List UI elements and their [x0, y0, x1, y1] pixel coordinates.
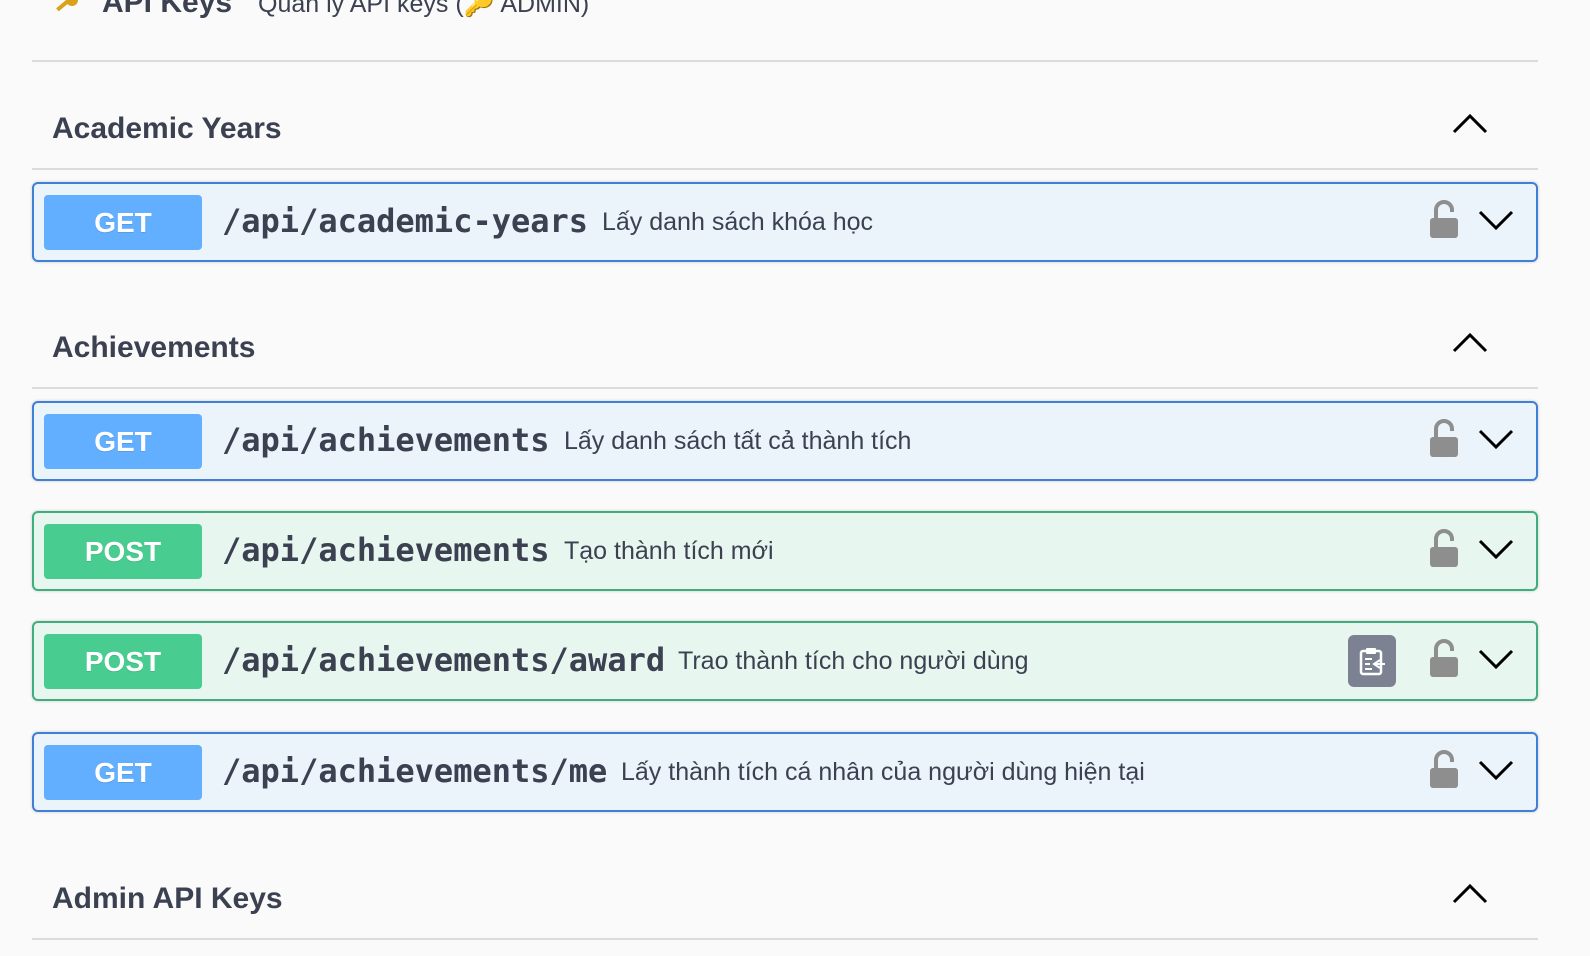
chevron-up-icon[interactable]	[1450, 874, 1490, 914]
operation-path: /api/achievements	[222, 531, 550, 569]
chevron-up-icon[interactable]	[1450, 323, 1490, 363]
unlocked-padlock-icon[interactable]	[1428, 529, 1460, 569]
tag-title: Achievements	[52, 331, 256, 364]
operation-post-achievements[interactable]: POST /api/achievements Tạo thành tích mớ…	[32, 511, 1538, 591]
method-badge: POST	[44, 634, 202, 689]
operation-get-achievements-me[interactable]: GET /api/achievements/me Lấy thành tích …	[32, 732, 1538, 812]
method-badge: GET	[44, 745, 202, 800]
chevron-down-icon[interactable]	[1476, 641, 1516, 677]
chevron-down-icon[interactable]	[1476, 752, 1516, 788]
operation-path: /api/achievements	[222, 421, 550, 459]
unlocked-padlock-icon[interactable]	[1428, 200, 1460, 240]
tag-section-admin-api-keys[interactable]: Admin API Keys	[32, 852, 1538, 940]
tag-title: Admin API Keys	[52, 882, 283, 915]
operation-summary: Lấy thành tích cá nhân của người dùng hi…	[621, 758, 1145, 786]
method-badge: GET	[44, 195, 202, 250]
tag-section-achievements[interactable]: Achievements	[32, 301, 1538, 389]
unlocked-padlock-icon[interactable]	[1428, 639, 1460, 679]
tag-title: Academic Years	[52, 112, 282, 145]
operation-get-achievements[interactable]: GET /api/achievements Lấy danh sách tất …	[32, 401, 1538, 481]
operation-post-achievements-award[interactable]: POST /api/achievements/award Trao thành …	[32, 621, 1538, 701]
swagger-page: API Keys Quản lý API keys (🔑 ADMIN) Acad…	[0, 0, 1590, 956]
copy-to-clipboard-button[interactable]	[1348, 635, 1396, 687]
key-icon	[52, 0, 82, 25]
tag-section-api-keys[interactable]: API Keys Quản lý API keys (🔑 ADMIN)	[32, 0, 1538, 62]
tag-section-academic-years[interactable]: Academic Years	[32, 82, 1538, 170]
chevron-down-icon[interactable]	[1476, 531, 1516, 567]
operation-summary: Tạo thành tích mới	[564, 537, 774, 565]
operation-summary: Lấy danh sách khóa học	[602, 208, 874, 236]
operation-path: /api/achievements/award	[222, 641, 666, 679]
unlocked-padlock-icon[interactable]	[1428, 419, 1460, 459]
operation-get-academic-years[interactable]: GET /api/academic-years Lấy danh sách kh…	[32, 182, 1538, 262]
unlocked-padlock-icon[interactable]	[1428, 750, 1460, 790]
method-badge: GET	[44, 414, 202, 469]
method-badge: POST	[44, 524, 202, 579]
chevron-down-icon[interactable]	[1476, 421, 1516, 457]
clipboard-copy-icon	[1359, 648, 1385, 676]
operation-path: /api/achievements/me	[222, 752, 608, 790]
operation-path: /api/academic-years	[222, 202, 589, 240]
operation-summary: Trao thành tích cho người dùng	[678, 647, 1029, 675]
tag-title: API Keys	[102, 0, 233, 19]
chevron-up-icon[interactable]	[1450, 104, 1490, 144]
tag-description: Quản lý API keys (🔑 ADMIN)	[258, 0, 590, 18]
chevron-down-icon[interactable]	[1476, 202, 1516, 238]
operation-summary: Lấy danh sách tất cả thành tích	[564, 427, 912, 455]
